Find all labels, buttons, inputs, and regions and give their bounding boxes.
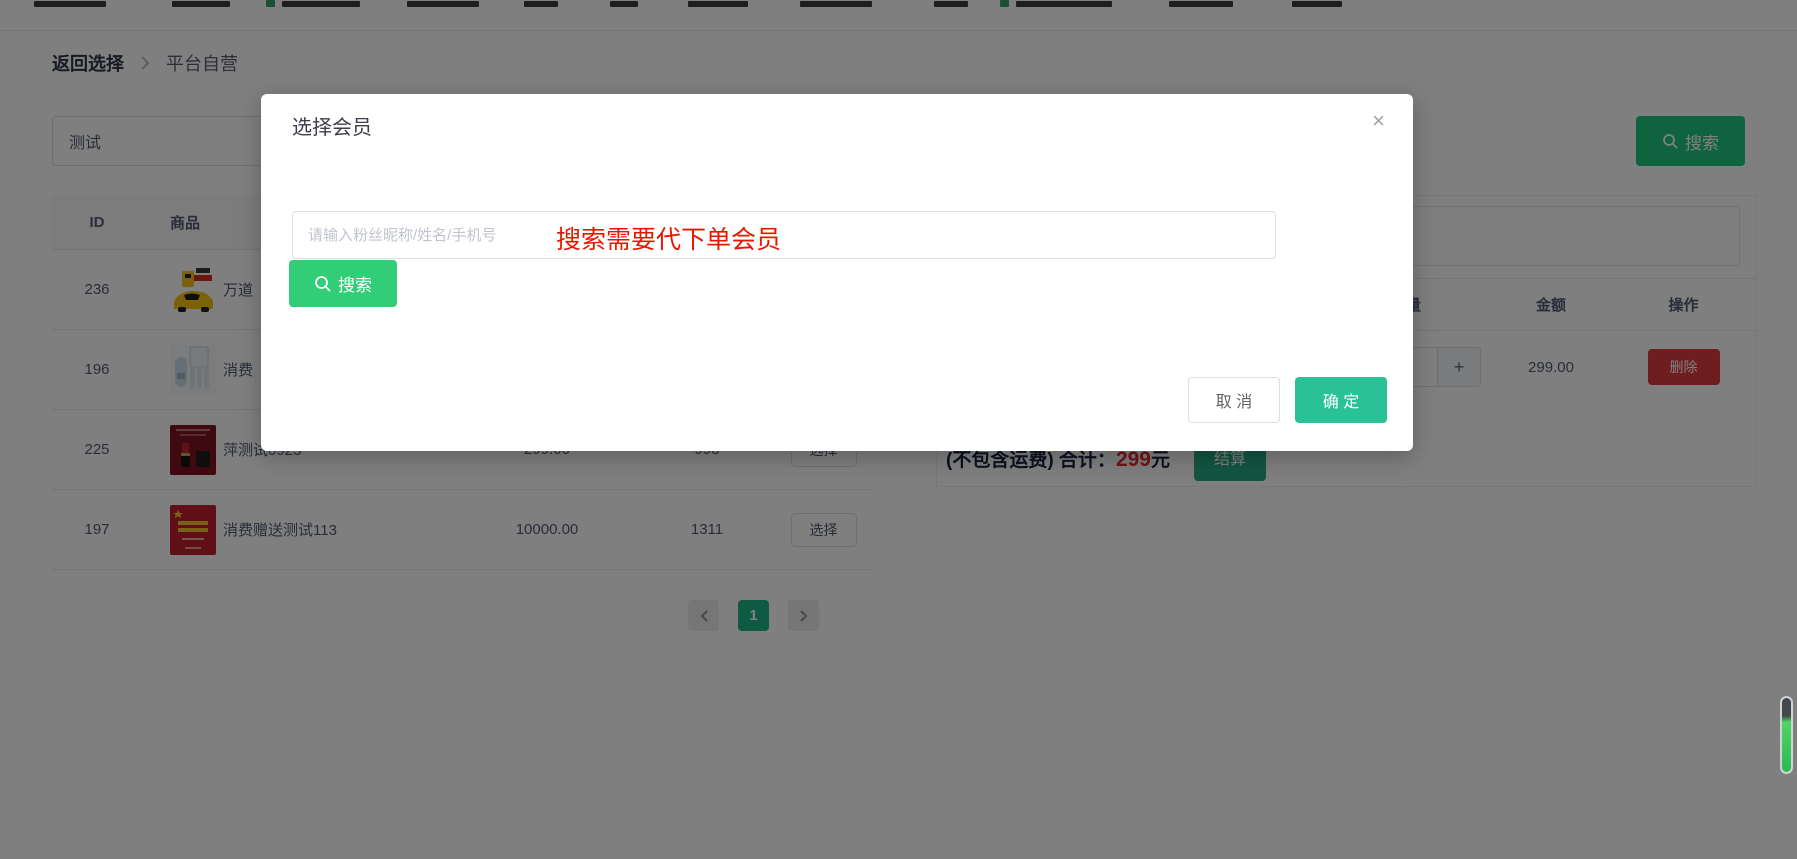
modal-title: 选择会员 (292, 111, 372, 140)
cancel-button[interactable]: 取 消 (1188, 377, 1280, 423)
modal-search-button[interactable]: 搜索 (289, 260, 397, 307)
modal-search-label: 搜索 (338, 271, 372, 296)
scrollbar-thumb[interactable] (1780, 696, 1793, 774)
member-search-input[interactable] (292, 211, 1276, 259)
close-icon[interactable]: × (1372, 110, 1385, 132)
select-member-modal: 选择会员 × 搜索需要代下单会员 搜索 取 消 确 定 (261, 94, 1413, 451)
screen: 返回选择 平台自营 搜索 ID 商品 236 (0, 0, 1797, 859)
search-icon (314, 275, 331, 292)
confirm-button[interactable]: 确 定 (1295, 377, 1387, 423)
annotation-text: 搜索需要代下单会员 (556, 220, 781, 256)
